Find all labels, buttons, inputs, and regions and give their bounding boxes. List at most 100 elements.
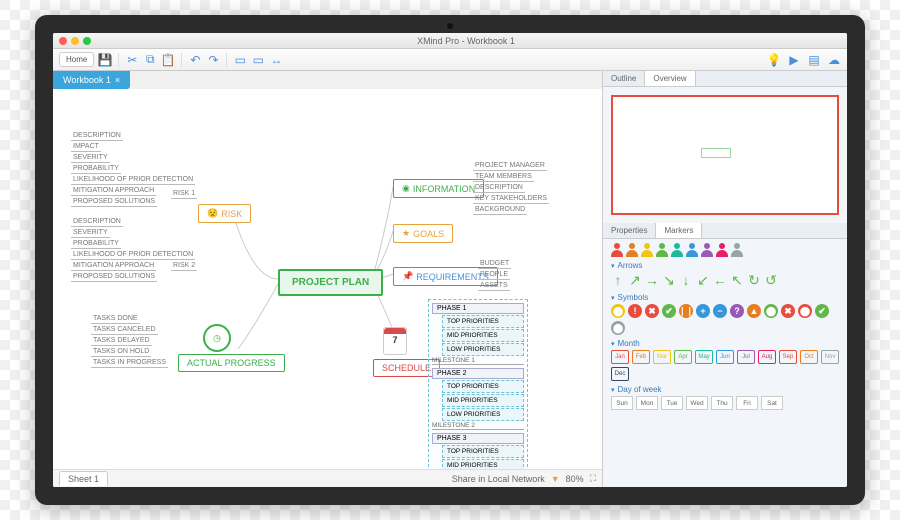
cut-icon[interactable]: ✂ bbox=[125, 53, 139, 67]
branch-goals[interactable]: ★GOALS bbox=[393, 224, 453, 243]
center-topic[interactable]: PROJECT PLAN bbox=[278, 269, 383, 296]
dow-marker[interactable]: Tue bbox=[661, 396, 683, 410]
maximize-button[interactable] bbox=[83, 37, 91, 45]
risk2-leaf[interactable]: PROBABILITY bbox=[71, 239, 121, 249]
symbol-marker[interactable]: ⬤ bbox=[611, 304, 625, 318]
document-tab[interactable]: Workbook 1 × bbox=[53, 71, 130, 89]
risk2-leaf[interactable]: DESCRIPTION bbox=[71, 217, 123, 227]
month-marker[interactable]: Dec bbox=[611, 367, 629, 381]
month-marker[interactable]: Jan bbox=[611, 350, 629, 364]
arrow-marker[interactable]: ↙ bbox=[696, 272, 710, 289]
symbol-marker[interactable]: ? bbox=[730, 304, 744, 318]
risk1-leaf[interactable]: DESCRIPTION bbox=[71, 131, 123, 141]
arrow-marker[interactable]: ← bbox=[713, 272, 727, 289]
minimize-button[interactable] bbox=[71, 37, 79, 45]
req-leaf[interactable]: PEOPLE bbox=[478, 270, 510, 280]
gantt-icon[interactable]: ▤ bbox=[807, 53, 821, 67]
progress-leaf[interactable]: TASKS ON HOLD bbox=[91, 347, 151, 357]
close-tab-icon[interactable]: × bbox=[115, 75, 120, 85]
mindmap-canvas[interactable]: PROJECT PLAN ◉INFORMATION 😟RISK ★GOALS 📌… bbox=[53, 89, 602, 469]
req-leaf[interactable]: ASSETS bbox=[478, 281, 510, 291]
symbol-marker[interactable]: − bbox=[713, 304, 727, 318]
symbol-marker[interactable]: + bbox=[696, 304, 710, 318]
branch-risk[interactable]: 😟RISK bbox=[198, 204, 251, 223]
risk1-leaf[interactable]: SEVERITY bbox=[71, 153, 110, 163]
zoom-level[interactable]: 80% bbox=[566, 474, 584, 484]
month-marker[interactable]: Oct bbox=[800, 350, 818, 364]
overview-thumbnail[interactable] bbox=[611, 95, 839, 215]
symbol-marker[interactable]: ⬤ bbox=[764, 304, 778, 318]
risk2-label[interactable]: RISK 2 bbox=[171, 261, 197, 271]
branch-progress[interactable]: ACTUAL PROGRESS bbox=[178, 354, 285, 372]
month-marker[interactable]: Jul bbox=[737, 350, 755, 364]
risk2-leaf[interactable]: MITIGATION APPROACH bbox=[71, 261, 156, 271]
copy-icon[interactable]: ⧉ bbox=[143, 53, 157, 67]
idea-icon[interactable]: 💡 bbox=[767, 53, 781, 67]
expand-icon[interactable]: ⛶ bbox=[590, 473, 596, 484]
sheet-tab[interactable]: Sheet 1 bbox=[59, 471, 108, 486]
arrow-marker[interactable]: ↑ bbox=[611, 272, 625, 289]
person-marker[interactable] bbox=[731, 243, 743, 257]
symbol-marker[interactable]: ✔ bbox=[815, 304, 829, 318]
risk1-leaf[interactable]: PROPOSED SOLUTIONS bbox=[71, 197, 157, 207]
home-button[interactable]: Home bbox=[59, 52, 94, 67]
phase-2[interactable]: PHASE 2 bbox=[432, 368, 524, 379]
priority-leaf[interactable]: LOW PRIORITIES bbox=[442, 408, 524, 421]
branch-information[interactable]: ◉INFORMATION bbox=[393, 179, 484, 198]
person-marker[interactable] bbox=[716, 243, 728, 257]
filter-icon[interactable]: ▼ bbox=[551, 474, 560, 484]
risk1-leaf[interactable]: MITIGATION APPROACH bbox=[71, 186, 156, 196]
arrow-marker[interactable]: → bbox=[645, 272, 659, 289]
info-leaf[interactable]: DESCRIPTION bbox=[473, 183, 525, 193]
arrow-marker[interactable]: ↓ bbox=[679, 272, 693, 289]
month-marker[interactable]: Mar bbox=[653, 350, 671, 364]
symbols-section-title[interactable]: Symbols bbox=[611, 293, 839, 302]
progress-leaf[interactable]: TASKS CANCELED bbox=[91, 325, 158, 335]
tab-overview[interactable]: Overview bbox=[645, 71, 695, 86]
person-marker[interactable] bbox=[611, 243, 623, 257]
month-marker[interactable]: Aug bbox=[758, 350, 776, 364]
milestone-2[interactable]: MILESTONE 2 bbox=[432, 422, 524, 430]
topic-icon[interactable]: ▭ bbox=[233, 53, 247, 67]
symbol-marker[interactable]: ❘❘ bbox=[679, 304, 693, 318]
arrow-marker[interactable]: ↘ bbox=[662, 272, 676, 289]
priority-leaf[interactable]: LOW PRIORITIES bbox=[442, 343, 524, 356]
arrow-marker[interactable]: ↗ bbox=[628, 272, 642, 289]
priority-leaf[interactable]: TOP PRIORITIES bbox=[442, 315, 524, 328]
dow-marker[interactable]: Thu bbox=[711, 396, 733, 410]
symbol-marker[interactable]: ✖ bbox=[781, 304, 795, 318]
arrows-section-title[interactable]: Arrows bbox=[611, 261, 839, 270]
symbol-marker[interactable]: ⬤ bbox=[611, 321, 625, 335]
arrow-marker[interactable]: ↻ bbox=[747, 272, 761, 289]
risk2-leaf[interactable]: PROPOSED SOLUTIONS bbox=[71, 272, 157, 282]
month-section-title[interactable]: Month bbox=[611, 339, 839, 348]
symbol-marker[interactable]: ▲ bbox=[747, 304, 761, 318]
month-marker[interactable]: Jun bbox=[716, 350, 734, 364]
month-marker[interactable]: Nov bbox=[821, 350, 839, 364]
month-marker[interactable]: Sep bbox=[779, 350, 797, 364]
month-marker[interactable]: Apr bbox=[674, 350, 692, 364]
undo-icon[interactable]: ↶ bbox=[188, 53, 202, 67]
risk2-leaf[interactable]: LIKELIHOOD OF PRIOR DETECTION bbox=[71, 250, 195, 260]
risk1-label[interactable]: RISK 1 bbox=[171, 189, 197, 199]
risk1-leaf[interactable]: PROBABILITY bbox=[71, 164, 121, 174]
milestone-1[interactable]: MILESTONE 1 bbox=[432, 357, 524, 365]
close-button[interactable] bbox=[59, 37, 67, 45]
share-label[interactable]: Share in Local Network bbox=[452, 474, 545, 484]
risk2-leaf[interactable]: SEVERITY bbox=[71, 228, 110, 238]
person-marker[interactable] bbox=[626, 243, 638, 257]
priority-leaf[interactable]: TOP PRIORITIES bbox=[442, 380, 524, 393]
info-leaf[interactable]: TEAM MEMBERS bbox=[473, 172, 534, 182]
priority-leaf[interactable]: TOP PRIORITIES bbox=[442, 445, 524, 458]
person-marker[interactable] bbox=[656, 243, 668, 257]
phase-1[interactable]: PHASE 1 bbox=[432, 303, 524, 314]
subtopic-icon[interactable]: ▭ bbox=[251, 53, 265, 67]
risk1-leaf[interactable]: IMPACT bbox=[71, 142, 101, 152]
progress-leaf[interactable]: TASKS DELAYED bbox=[91, 336, 152, 346]
save-icon[interactable]: 💾 bbox=[98, 53, 112, 67]
priority-leaf[interactable]: MID PRIORITIES bbox=[442, 394, 524, 407]
progress-leaf[interactable]: TASKS IN PROGRESS bbox=[91, 358, 168, 368]
dow-marker[interactable]: Mon bbox=[636, 396, 658, 410]
tab-markers[interactable]: Markers bbox=[656, 223, 702, 238]
dow-marker[interactable]: Sat bbox=[761, 396, 783, 410]
